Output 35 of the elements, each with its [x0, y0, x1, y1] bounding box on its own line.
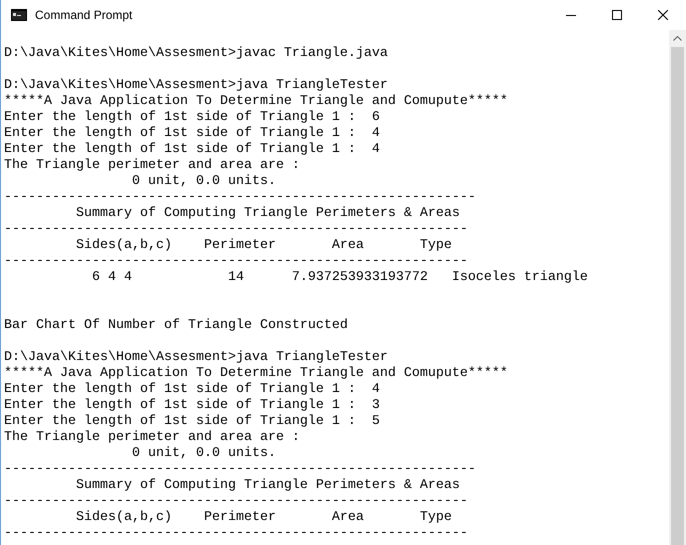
scrollbar-thumb[interactable]: [671, 47, 684, 545]
console-line: The Triangle perimeter and area are :: [4, 430, 300, 446]
console-line: Summary of Computing Triangle Perimeters & Areas: [74, 206, 460, 222]
console-line: Enter the length of 1st side of Triangle 1 : 6: [4, 110, 380, 126]
console-line: 0 unit, 0.0 units.: [130, 446, 276, 462]
console-line: -----------------------------------------------------------: [4, 190, 476, 206]
console-line: Summary of Computing Triangle Perimeters & Areas: [74, 478, 460, 494]
console-line: Enter the length of 1st side of Triangle 1 : 4: [4, 382, 380, 398]
console-line: D:\Java\Kites\Home\Assesment>java TriangleTester: [4, 78, 388, 94]
minimize-icon: [566, 14, 576, 16]
console-line: Enter the length of 1st side of Triangle 1 : 4: [4, 126, 380, 142]
console-line: Enter the length of 1st side of Triangle 1 : 3: [4, 398, 380, 414]
scroll-up-icon: [673, 36, 682, 41]
console-line: -----------------------------------------------------------: [4, 462, 476, 478]
console-line: *****A Java Application To Determine Triangle and Comupute*****: [4, 94, 508, 110]
console-line: Sides(a,b,c) Perimeter Area Type: [74, 510, 452, 526]
console-line: 6 4 4 14 7.937253933193772 Isoceles triangle: [90, 270, 588, 286]
console-line: D:\Java\Kites\Home\Assesment>java TriangleTester: [4, 350, 388, 366]
close-icon: [658, 10, 668, 20]
console-line: Enter the length of 1st side of Triangle 1 : 4: [4, 142, 380, 158]
console-line: ----------------------------------------------------------: [4, 526, 468, 542]
console-line: 0 unit, 0.0 units.: [130, 174, 276, 190]
console-line: *****A Java Application To Determine Triangle and Comupute*****: [4, 366, 508, 382]
console-line: ----------------------------------------------------------: [4, 222, 468, 238]
console-line: Sides(a,b,c) Perimeter Area Type: [74, 238, 452, 254]
maximize-icon: [612, 10, 622, 20]
console-line: ----------------------------------------------------------: [4, 254, 468, 270]
scrollbar[interactable]: [669, 30, 686, 545]
console-line: The Triangle perimeter and area are :: [4, 158, 300, 174]
console-line: D:\Java\Kites\Home\Assesment>javac Triangle.java: [4, 46, 388, 62]
console-line: ----------------------------------------------------------: [4, 494, 468, 510]
console-line: Enter the length of 1st side of Triangle 1 : 5: [4, 414, 380, 430]
terminal-icon: [11, 9, 27, 21]
window-title: Command Prompt: [35, 7, 132, 24]
console-line: Bar Chart Of Number of Triangle Constructed: [4, 318, 348, 334]
